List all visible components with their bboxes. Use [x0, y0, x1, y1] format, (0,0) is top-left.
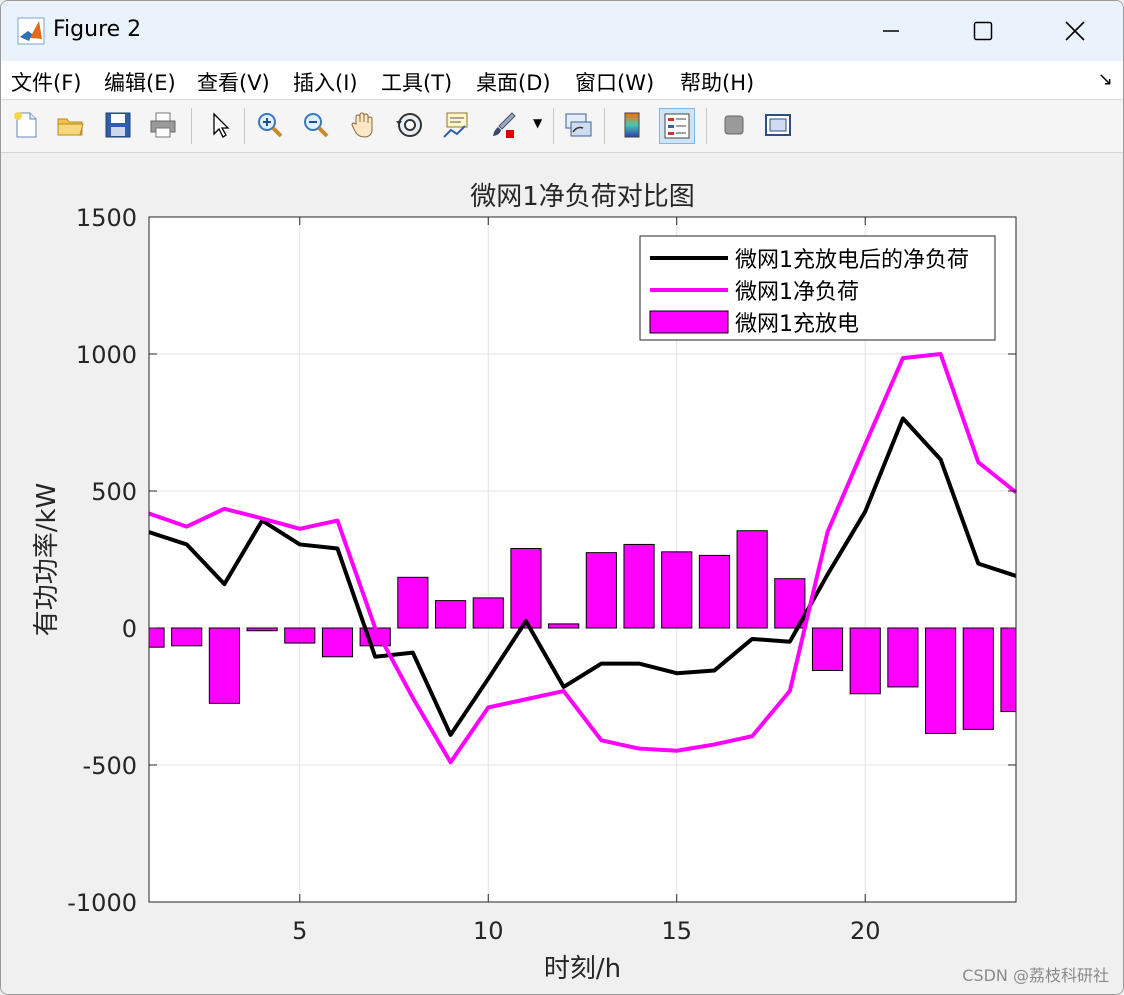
bar: [811, 627, 844, 671]
show-plot-tools-icon[interactable]: [761, 108, 795, 142]
title-bar: Figure 2: [1, 1, 1123, 61]
new-file-icon[interactable]: [9, 108, 43, 142]
rotate-3d-icon[interactable]: [393, 108, 427, 142]
legend-label: 微网1充放电后的净负荷: [735, 248, 969, 273]
figure-area: 5 10 15 20 -1000 -500 0 500 1000 1500 微网1净负荷对比图 时刻/…: [1, 153, 1123, 994]
bar: [510, 548, 542, 629]
bar: [849, 627, 881, 695]
x-tick-label: 5: [292, 917, 307, 945]
pointer-icon[interactable]: [203, 108, 237, 142]
y-tick-label: 0: [122, 615, 137, 643]
maximize-button[interactable]: [961, 11, 1005, 51]
y-tick-label: 1500: [76, 204, 137, 232]
close-icon: [1065, 21, 1085, 41]
bar: [623, 543, 655, 629]
legend-icon[interactable]: [659, 108, 695, 144]
bar: [472, 597, 504, 629]
bar: [585, 552, 617, 629]
open-folder-icon[interactable]: [53, 108, 87, 142]
legend-label: 微网1净负荷: [735, 280, 859, 305]
maximize-icon: [973, 21, 993, 41]
menu-tools[interactable]: 工具(T): [381, 67, 452, 97]
watermark: CSDN @荔枝科研社: [962, 966, 1109, 985]
minimize-icon: [883, 30, 899, 32]
legend-label: 微网1充放电: [735, 312, 859, 337]
bar: [661, 551, 693, 629]
bar: [962, 627, 994, 730]
y-axis-label: 有功功率/kW: [32, 483, 62, 637]
zoom-in-icon[interactable]: [253, 108, 287, 142]
chart-svg: 5 10 15 20 -1000 -500 0 500 1000 1500 微网1净负荷对比图时刻/…: [32, 182, 1018, 984]
bar: [321, 627, 354, 658]
bar: [434, 600, 467, 629]
y-tick-label: -500: [83, 752, 137, 780]
matlab-logo-icon: [17, 17, 45, 45]
dock-arrow-icon[interactable]: ↘: [1098, 69, 1113, 90]
y-tick-label: -1000: [67, 889, 137, 917]
bar: [925, 627, 957, 734]
bar: [887, 627, 919, 688]
menu-file[interactable]: 文件(F): [11, 67, 81, 97]
print-icon[interactable]: [146, 108, 180, 142]
brush-dropdown-icon[interactable]: ▼: [533, 116, 542, 130]
zoom-out-icon[interactable]: [299, 108, 333, 142]
x-tick-label: 15: [661, 917, 692, 945]
menu-edit[interactable]: 编辑(E): [104, 67, 176, 97]
close-button[interactable]: [1053, 11, 1097, 51]
link-plot-icon[interactable]: [561, 108, 595, 142]
bar: [1000, 627, 1017, 713]
minimize-button[interactable]: [869, 11, 913, 51]
bar: [208, 627, 240, 704]
x-axis-label: 时刻/h: [544, 954, 621, 984]
y-tick-label: 500: [91, 478, 137, 506]
chart-title: 微网1净负荷对比图: [470, 182, 695, 212]
y-tick-label: 1000: [76, 341, 137, 369]
bar: [548, 623, 580, 629]
bar: [148, 627, 165, 648]
legend-swatch: [649, 310, 729, 334]
bar: [171, 627, 203, 647]
window-title: Figure 2: [53, 17, 142, 42]
bar: [284, 627, 316, 644]
pan-hand-icon[interactable]: [346, 108, 380, 142]
menu-insert[interactable]: 插入(I): [293, 67, 358, 97]
menu-view[interactable]: 查看(V): [197, 67, 270, 97]
bar: [736, 530, 768, 629]
menu-desktop[interactable]: 桌面(D): [476, 67, 551, 97]
figure-window: Figure 2 文件(F) 编辑(E) 查看(V) 插入(I) 工具(T) 桌…: [0, 0, 1124, 995]
colorbar-icon[interactable]: [615, 108, 649, 142]
menu-window[interactable]: 窗口(W): [575, 67, 654, 97]
x-tick-label: 10: [473, 917, 504, 945]
toolbar: ▼: [1, 100, 1123, 153]
brush-icon[interactable]: [486, 108, 520, 142]
hide-plot-tools-icon[interactable]: [717, 108, 751, 142]
data-cursor-icon[interactable]: [439, 108, 473, 142]
bar: [698, 554, 731, 629]
save-icon[interactable]: [101, 108, 135, 142]
bar: [246, 627, 278, 632]
menu-help[interactable]: 帮助(H): [680, 67, 754, 97]
menu-bar: 文件(F) 编辑(E) 查看(V) 插入(I) 工具(T) 桌面(D) 窗口(W…: [1, 61, 1123, 100]
x-tick-label: 20: [850, 917, 881, 945]
bar: [397, 576, 429, 629]
